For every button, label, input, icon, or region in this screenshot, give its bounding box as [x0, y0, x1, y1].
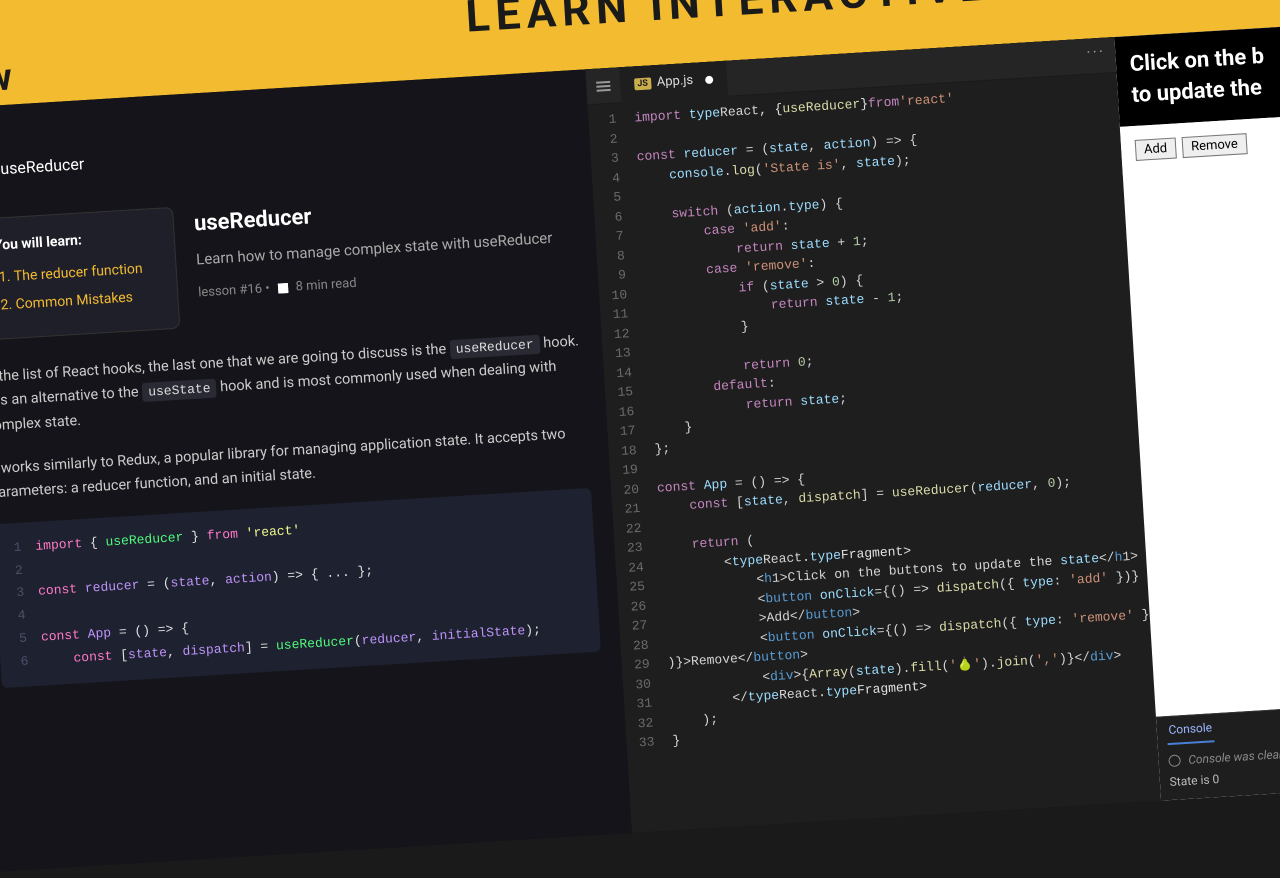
paragraph: In the list of React hooks, the last one…	[0, 329, 586, 439]
editor-tab[interactable]: JS App.js	[619, 60, 728, 102]
clear-icon[interactable]	[1168, 755, 1181, 768]
learning-outcome-item[interactable]: The reducer function	[13, 257, 158, 290]
unsaved-dot-icon	[705, 75, 713, 83]
code-snippet: 1import { useReducer } from 'react'23con…	[0, 488, 601, 689]
lesson-panel: → ✓ useReducer You will learn: The reduc…	[0, 69, 632, 872]
hamburger-icon[interactable]	[585, 67, 621, 105]
logo: Ww	[0, 56, 9, 103]
js-badge-icon: JS	[634, 77, 651, 90]
learning-outcome-box: You will learn: The reducer functionComm…	[0, 207, 180, 340]
console-panel: Console Console was cleared State is 0	[1156, 697, 1280, 801]
remove-button[interactable]: Remove	[1181, 133, 1247, 158]
banner-title: LEARN INTERACTIVELY	[464, 0, 1048, 43]
read-icon	[277, 283, 288, 294]
inline-code: useState	[142, 379, 217, 403]
learning-outcome-heading: You will learn:	[0, 225, 156, 259]
learning-outcome-item[interactable]: Common Mistakes	[15, 285, 160, 318]
breadcrumb: ✓ useReducer	[0, 121, 570, 185]
more-icon[interactable]: ···	[1086, 42, 1106, 62]
tab-filename: App.js	[656, 73, 693, 90]
inline-code: useReducer	[449, 334, 540, 358]
console-tab[interactable]: Console	[1166, 720, 1215, 745]
code-editor: JS App.js ··· 1import typeReact, { use…	[585, 37, 1160, 833]
breadcrumb-title: useReducer	[0, 150, 85, 182]
add-button[interactable]: Add	[1134, 137, 1176, 160]
